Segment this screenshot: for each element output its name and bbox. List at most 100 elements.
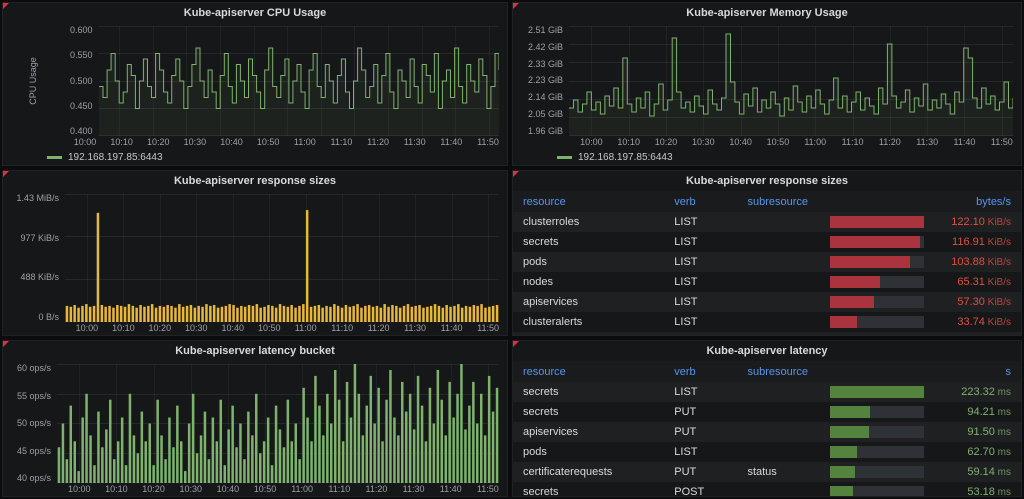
x-tick-label: 10:10 (105, 484, 128, 494)
gauge-track (830, 236, 924, 248)
panel-error-icon (3, 3, 9, 9)
table-row: namespacesLIST26.38 KiB/s (513, 332, 1021, 335)
gauge-track (830, 386, 924, 398)
value-unit: ms (995, 387, 1011, 398)
panel-title[interactable]: Kube-apiserver response sizes (513, 171, 1021, 191)
x-tick-label: 10:30 (185, 323, 208, 333)
table-row: apiservicesLIST57.30 KiB/s (513, 292, 1021, 312)
table-row: clusterrolesLIST122.10 KiB/s (513, 212, 1021, 232)
y-tick-label: 2.33 GiB (528, 60, 563, 69)
value-number: 103.88 (951, 256, 985, 268)
cell-verb: LIST (674, 316, 747, 328)
panel-title[interactable]: Kube-apiserver CPU Usage (3, 3, 507, 23)
table-row: podsLIST103.88 KiB/s (513, 252, 1021, 272)
gauge-fill (830, 446, 856, 458)
table-row: secretsLIST116.91 KiB/s (513, 232, 1021, 252)
x-tick-label: 10:30 (184, 137, 207, 147)
x-tick-label: 10:40 (220, 137, 243, 147)
column-header-bytess[interactable]: bytes/s (830, 196, 1011, 208)
panel-title[interactable]: Kube-apiserver Memory Usage (513, 3, 1021, 23)
chart-area: CPU Usage 0.6000.5500.5000.4500.400 (3, 23, 507, 136)
table-header: resourceverbsubresourcebytes/s (513, 191, 1021, 212)
legend-item[interactable]: 192.168.197.85:6443 (513, 149, 1021, 165)
x-tick-label: 11:00 (294, 137, 316, 147)
column-header-s[interactable]: s (830, 366, 1011, 378)
value-number: 122.10 (951, 216, 985, 228)
column-header-resource[interactable]: resource (523, 196, 674, 208)
gauge-track (830, 486, 924, 496)
column-header-verb[interactable]: verb (674, 366, 747, 378)
panel-title[interactable]: Kube-apiserver response sizes (3, 171, 507, 191)
memory-usage-plot[interactable] (569, 26, 1013, 136)
table-row: certificaterequestsPUTstatus59.14 ms (513, 462, 1021, 482)
response-sizes-plot[interactable] (65, 194, 499, 322)
cell-resource: clusterroles (523, 216, 674, 228)
table-row: secretsPOST53.18 ms (513, 482, 1021, 496)
panel-latency-table: Kube-apiserver latency resourceverbsubre… (512, 340, 1022, 497)
column-header-subresource[interactable]: subresource (747, 196, 830, 208)
x-axis: 10:0010:1010:2010:3010:4010:5011:0011:10… (3, 322, 507, 335)
y-tick-label: 0.500 (70, 77, 93, 86)
x-axis: 10:0010:1010:2010:3010:4010:5011:0011:10… (513, 136, 1021, 149)
cell-verb: LIST (674, 296, 747, 308)
y-tick-label: 1.43 MiB/s (16, 194, 59, 203)
x-tick-label: 10:20 (655, 137, 678, 147)
table-row: clusteralertsLIST 33.74 KiB/s (513, 312, 1021, 332)
latency-bucket-plot[interactable] (57, 364, 499, 483)
x-tick-label: 11:40 (440, 484, 462, 494)
cell-verb: LIST (674, 446, 747, 458)
panel-title[interactable]: Kube-apiserver latency (513, 341, 1021, 361)
x-axis: 10:0010:1010:2010:3010:4010:5011:0011:10… (3, 136, 507, 149)
value-unit: ms (995, 407, 1011, 418)
y-tick-label: 1.96 GiB (528, 127, 563, 136)
legend-item[interactable]: 192.168.197.85:6443 (3, 149, 507, 165)
y-tick-label: 50 ops/s (17, 419, 51, 428)
x-tick-label: 10:00 (68, 484, 91, 494)
x-tick-label: 11:10 (331, 323, 353, 333)
value-number: 33.74 (957, 316, 985, 328)
gauge-value: 53.18 ms (931, 486, 1011, 496)
value-unit: ms (995, 427, 1011, 438)
cell-gauge: 33.74 KiB/s (830, 316, 1011, 328)
y-tick-label: 0 B/s (38, 313, 59, 322)
x-tick-label: 11:50 (991, 137, 1013, 147)
x-tick-label: 10:40 (729, 137, 752, 147)
cell-verb: LIST (674, 256, 747, 268)
y-axis-ticks: 2.51 GiB2.42 GiB2.33 GiB2.23 GiB2.14 GiB… (519, 26, 569, 136)
legend-swatch-icon (557, 156, 572, 159)
value-unit: KiB/s (985, 257, 1011, 268)
cell-verb: LIST (674, 386, 747, 398)
x-tick-label: 11:00 (295, 323, 317, 333)
cell-gauge: 65.31 KiB/s (830, 276, 1011, 288)
gauge-fill (830, 256, 910, 268)
value-number: 57.30 (957, 296, 985, 308)
legend-swatch-icon (47, 156, 62, 159)
value-unit: KiB/s (985, 217, 1011, 228)
panel-cpu-usage: Kube-apiserver CPU Usage CPU Usage 0.600… (2, 2, 508, 166)
value-unit: KiB/s (985, 317, 1011, 328)
cell-resource: clusteralerts (523, 316, 674, 328)
gauge-value: 223.32 ms (931, 386, 1011, 398)
x-tick-label: 11:30 (403, 484, 425, 494)
value-number: 116.91 (952, 236, 985, 248)
panel-error-icon (513, 3, 519, 9)
y-tick-label: 0.550 (70, 51, 93, 60)
gauge-value: 62.70 ms (931, 446, 1011, 458)
column-header-subresource[interactable]: subresource (747, 366, 830, 378)
column-header-verb[interactable]: verb (674, 196, 747, 208)
gauge-fill (830, 216, 924, 228)
value-unit: ms (995, 447, 1011, 458)
legend-label: 192.168.197.85:6443 (578, 152, 673, 163)
x-tick-label: 10:40 (221, 323, 244, 333)
gauge-track (830, 216, 924, 228)
gauge-value: 59.14 ms (931, 466, 1011, 478)
panel-title[interactable]: Kube-apiserver latency bucket (3, 341, 507, 361)
y-tick-label: 0.450 (70, 102, 93, 111)
column-header-resource[interactable]: resource (523, 366, 674, 378)
cell-gauge: 94.21 ms (830, 406, 1011, 418)
y-tick-label: 488 KiB/s (20, 273, 59, 282)
cpu-usage-plot[interactable] (99, 26, 499, 136)
x-tick-label: 10:30 (692, 137, 715, 147)
gauge-fill (830, 426, 868, 438)
gauge-fill (830, 236, 920, 248)
